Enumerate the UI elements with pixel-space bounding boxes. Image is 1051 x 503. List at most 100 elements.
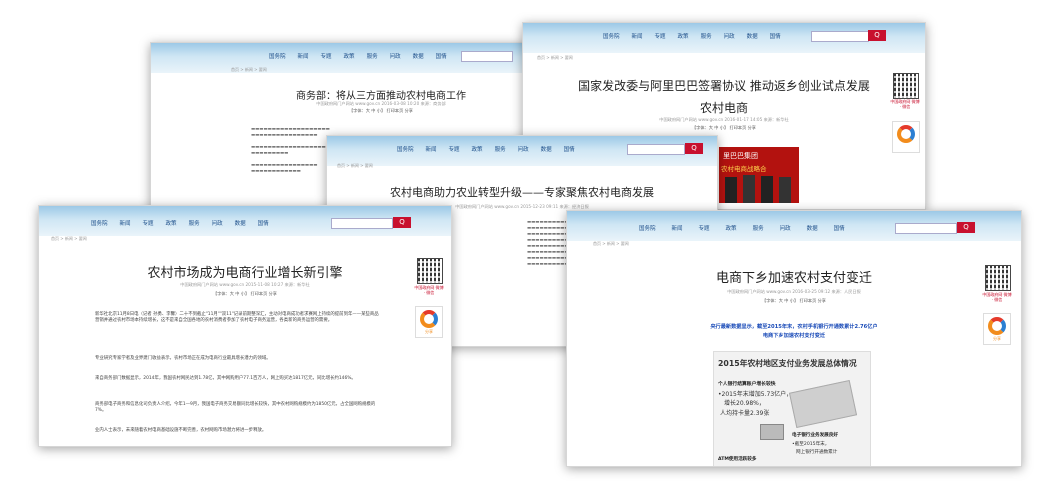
nav-item[interactable]: 数据 <box>413 52 424 60</box>
breadcrumb: 首页 > 新闻 > 要闻 <box>51 236 87 241</box>
gov-logo-icon <box>988 317 1006 335</box>
nav-item[interactable]: 专题 <box>449 145 460 153</box>
article-tools: 【字体：大 中 小】 打印本页 分享 <box>762 298 826 303</box>
search-input[interactable] <box>627 144 685 155</box>
nav-item[interactable]: 问政 <box>212 219 223 227</box>
nav-item[interactable]: 数据 <box>747 32 758 40</box>
nav-item[interactable]: 服务 <box>367 52 378 60</box>
nav-item[interactable]: 专题 <box>699 224 710 232</box>
nav-item[interactable]: 新闻 <box>672 224 683 232</box>
search-input[interactable] <box>811 31 869 42</box>
screenshot-card-5: 国务院 新闻 专题 政策 服务 问政 数据 国情 Q 首页 > 新闻 > 要闻 … <box>566 210 1022 467</box>
nav-item[interactable]: 数据 <box>541 145 552 153</box>
photo-banner-text: 里巴巴集团 <box>723 152 758 160</box>
nav-item[interactable]: 国情 <box>436 52 447 60</box>
screenshot-card-4: 国务院 新闻 专题 政策 服务 问政 数据 国情 Q 首页 > 新闻 > 要闻 … <box>38 205 452 447</box>
article-title-line2: 农村电商 <box>699 101 748 115</box>
main-nav: 国务院 新闻 专题 政策 服务 问政 数据 国情 <box>397 145 575 153</box>
logo-caption: 分享 <box>993 336 1001 341</box>
nav-item[interactable]: 问政 <box>724 32 735 40</box>
article-tools: 【字体：大 中 小】 打印本页 分享 <box>213 291 277 296</box>
nav-item[interactable]: 国情 <box>770 32 781 40</box>
nav-item[interactable]: 新闻 <box>298 52 309 60</box>
infographic-item: 个人银行结算账户增长较快 <box>718 382 776 387</box>
nav-item[interactable]: 问政 <box>390 52 401 60</box>
search-button[interactable]: Q <box>868 30 886 41</box>
infographic-item: ATM使用活跃较多 <box>718 457 757 462</box>
nav-item[interactable]: 国务院 <box>269 52 286 60</box>
gov-logo-box[interactable] <box>892 121 920 153</box>
nav-item[interactable]: 问政 <box>518 145 529 153</box>
article-tools: 【字体：大 中 小】 打印本页 分享 <box>349 108 413 113</box>
infographic-text: •2015年末增加5.73亿户， <box>718 391 793 398</box>
nav-item[interactable]: 国情 <box>564 145 575 153</box>
nav-item[interactable]: 专题 <box>321 52 332 60</box>
search-input[interactable] <box>895 223 957 234</box>
infographic-item: 电子银行业务发展良好 <box>792 433 838 438</box>
nav-item[interactable]: 国务院 <box>639 224 656 232</box>
article-paragraph: 业内人士表示，未来随着农村电商基础设施不断完善，农村网购市场潜力将进一步释放。 <box>95 428 267 433</box>
search-input[interactable] <box>331 218 393 229</box>
nav-item[interactable]: 服务 <box>495 145 506 153</box>
article-title: 农村电商助力农业转型升级——专家聚焦农村电商发展 <box>390 186 654 199</box>
nav-item[interactable]: 国务院 <box>603 32 620 40</box>
article-title: 国家发改委与阿里巴巴签署协议 推动返乡创业试点发展 <box>578 79 870 93</box>
article-title: 农村市场成为电商行业增长新引擎 <box>147 266 343 281</box>
qr-caption: 中国政府网 微博 · 微信 <box>982 292 1012 302</box>
search-button[interactable]: Q <box>685 143 703 154</box>
article-paragraph: 商务部电子商务和信息化司负责人介绍，今年1—9月，我国电子商务交易额同比增长较快… <box>95 402 376 413</box>
search-button[interactable]: Q <box>393 217 411 228</box>
article-title: 电商下乡加速农村支付变迁 <box>715 271 872 286</box>
nav-item[interactable]: 新闻 <box>632 32 643 40</box>
nav-item[interactable]: 服务 <box>701 32 712 40</box>
nav-item[interactable]: 服务 <box>753 224 764 232</box>
card-reader-graphic <box>760 424 784 440</box>
infographic-text: 人均持卡量2.39张 <box>720 410 770 417</box>
breadcrumb: 首页 > 新闻 > 要闻 <box>337 163 373 168</box>
nav-item[interactable]: 国务院 <box>91 219 108 227</box>
article-meta: 中国政府网门户网站 www.gov.cn 2016-01-17 14:05 来源… <box>659 117 789 122</box>
article-meta: 中国政府网门户网站 www.gov.cn 2015-11-08 10:27 来源… <box>180 282 310 287</box>
nav-item[interactable]: 政策 <box>726 224 737 232</box>
infographic: 2015年农村地区支付业务发展总体情况 个人银行结算账户增长较快 •2015年末… <box>713 351 871 466</box>
logo-caption: 分享 <box>425 329 433 334</box>
article-paragraph: 来自商务部门数据显示，2014年，我国农村网民达到1.78亿，其中网购用户77.… <box>95 376 356 381</box>
gov-logo-box[interactable]: 分享 <box>415 306 443 338</box>
qr-caption: 中国政府网 微博 · 微信 <box>414 285 444 295</box>
qr-code-icon <box>985 265 1011 291</box>
nav-item[interactable]: 政策 <box>166 219 177 227</box>
main-nav: 国务院 新闻 专题 政策 服务 问政 数据 国情 <box>269 52 447 60</box>
qr-caption: 中国政府网 微博 · 微信 <box>890 99 920 109</box>
article-meta: 中国政府网门户网站 www.gov.cn 2016-03-08 10:20 来源… <box>316 101 446 106</box>
bank-card-graphic <box>788 379 858 429</box>
search-input[interactable] <box>461 51 513 62</box>
nav-item[interactable]: 国务院 <box>397 145 414 153</box>
infographic-text: •截至2015年末， <box>792 442 830 447</box>
nav-item[interactable]: 政策 <box>472 145 483 153</box>
infographic-text: 网上银行开通数累计 <box>796 450 838 455</box>
lead-highlight: 央行最新数据显示，截至2015年末，农村手机银行开通数累计2.76亿户 <box>710 324 878 330</box>
qr-code-icon <box>417 258 443 284</box>
nav-item[interactable]: 新闻 <box>426 145 437 153</box>
nav-item[interactable]: 国情 <box>258 219 269 227</box>
gov-logo-box[interactable]: 分享 <box>983 313 1011 345</box>
breadcrumb: 首页 > 新闻 > 要闻 <box>231 67 267 72</box>
nav-item[interactable]: 专题 <box>143 219 154 227</box>
nav-item[interactable]: 专题 <box>655 32 666 40</box>
nav-item[interactable]: 问政 <box>780 224 791 232</box>
main-nav: 国务院 新闻 专题 政策 服务 问政 数据 国情 <box>603 32 781 40</box>
nav-item[interactable]: 数据 <box>235 219 246 227</box>
breadcrumb: 首页 > 新闻 > 要闻 <box>593 241 629 246</box>
article-paragraph: 专业研究专家学者及业界建门收益表示，农村市场正在成为电商行业最具增长潜力的领域。 <box>95 356 271 361</box>
article-tools: 【字体：大 中 小】 打印本页 分享 <box>692 125 756 130</box>
nav-item[interactable]: 国情 <box>834 224 845 232</box>
search-button[interactable]: Q <box>957 222 975 233</box>
nav-item[interactable]: 新闻 <box>120 219 131 227</box>
nav-item[interactable]: 服务 <box>189 219 200 227</box>
qr-code-icon <box>893 73 919 99</box>
nav-item[interactable]: 数据 <box>807 224 818 232</box>
gov-logo-icon <box>897 125 915 143</box>
infographic-title: 2015年农村地区支付业务发展总体情况 <box>718 359 857 368</box>
nav-item[interactable]: 政策 <box>344 52 355 60</box>
nav-item[interactable]: 政策 <box>678 32 689 40</box>
